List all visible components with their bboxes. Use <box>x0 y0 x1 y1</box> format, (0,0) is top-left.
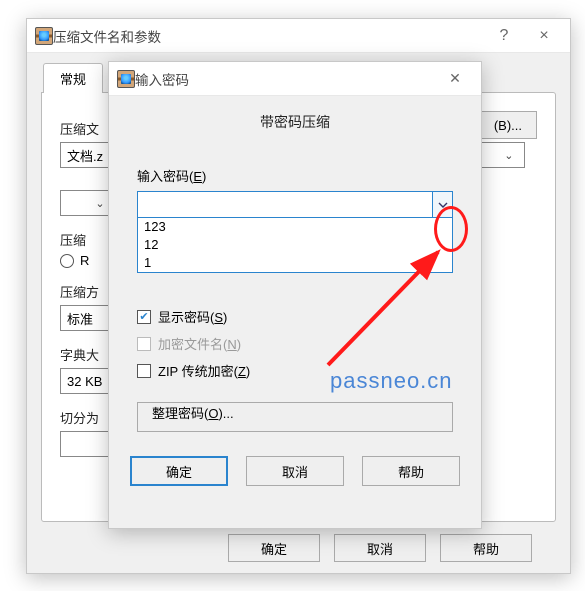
ok-button[interactable]: 确定 <box>228 534 320 562</box>
checkbox-icon: ✔ <box>137 310 151 324</box>
show-password-checkbox[interactable]: ✔ 显示密码(S) <box>137 307 453 326</box>
cancel-button[interactable]: 取消 <box>246 456 344 486</box>
dialog-title: 输入密码 <box>135 69 435 89</box>
show-password-label: 显示密码(S) <box>158 307 227 326</box>
list-item[interactable]: 123 <box>138 218 452 236</box>
dialog-buttons: 确定 取消 帮助 <box>109 440 481 500</box>
chevron-down-icon <box>438 200 448 210</box>
zip-legacy-label: ZIP 传统加密(Z) <box>158 361 250 380</box>
method-value: 标准 <box>67 309 93 328</box>
titlebar[interactable]: 压缩文件名和参数 ? × <box>27 19 570 53</box>
help-button[interactable]: 帮助 <box>362 456 460 486</box>
close-button[interactable]: × <box>524 22 564 50</box>
ok-button[interactable]: 确定 <box>130 456 228 486</box>
titlebar[interactable]: 输入密码 ✕ <box>109 62 481 96</box>
list-item[interactable]: 1 <box>138 254 452 272</box>
help-button[interactable]: ? <box>484 22 524 50</box>
close-button[interactable]: ✕ <box>435 65 475 93</box>
chevron-down-icon: ⌄ <box>91 197 109 210</box>
encrypt-filenames-label: 加密文件名(N) <box>158 334 241 353</box>
tab-general[interactable]: 常规 <box>43 63 103 93</box>
list-item[interactable]: 12 <box>138 236 452 254</box>
zip-legacy-checkbox[interactable]: ZIP 传统加密(Z) <box>137 361 453 380</box>
checkbox-icon <box>137 364 151 378</box>
password-dialog: 输入密码 ✕ 带密码压缩 输入密码(E) 123 12 1 ✔ <box>108 61 482 529</box>
format-radio-label: R <box>80 253 89 268</box>
window-title: 压缩文件名和参数 <box>53 26 484 46</box>
winrar-icon <box>117 70 135 88</box>
browse-button[interactable]: (B)... <box>479 111 537 139</box>
radio-icon <box>60 254 74 268</box>
chevron-down-icon: ⌄ <box>500 149 518 162</box>
dict-value: 32 KB <box>67 374 102 389</box>
password-dropdown-button[interactable] <box>432 192 452 217</box>
winrar-icon <box>35 27 53 45</box>
archive-name-value: 文档.z <box>67 146 103 165</box>
password-history-list: 123 12 1 <box>137 218 453 273</box>
checkbox-icon <box>137 337 151 351</box>
dialog-subtitle: 带密码压缩 <box>109 96 481 146</box>
password-input[interactable] <box>138 192 430 217</box>
password-combo[interactable] <box>137 191 453 218</box>
password-label: 输入密码(E) <box>137 166 453 185</box>
organize-passwords-button[interactable]: 整理密码(O)... <box>137 402 453 432</box>
encrypt-filenames-checkbox: 加密文件名(N) <box>137 334 453 353</box>
help-button[interactable]: 帮助 <box>440 534 532 562</box>
cancel-button[interactable]: 取消 <box>334 534 426 562</box>
profile-combo[interactable]: ⌄ <box>479 142 525 168</box>
